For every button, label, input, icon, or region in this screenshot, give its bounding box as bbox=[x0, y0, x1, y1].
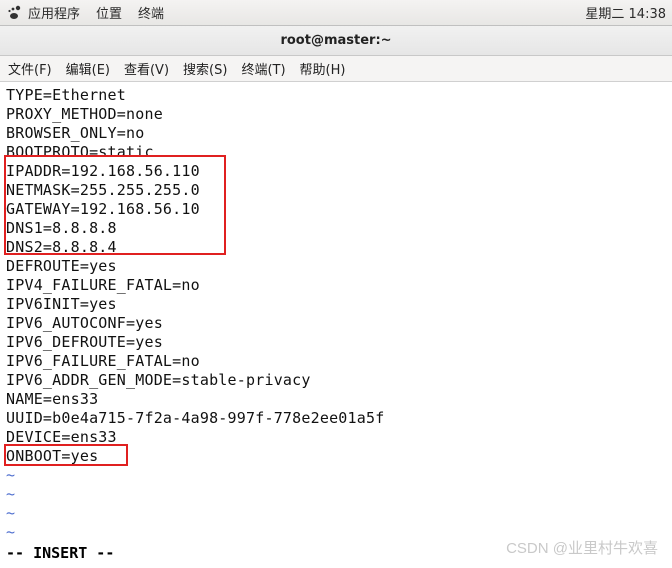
config-line: PROXY_METHOD=none bbox=[6, 105, 666, 124]
window-titlebar[interactable]: root@master:~ bbox=[0, 26, 672, 56]
terminal-menubar: 文件(F) 编辑(E) 查看(V) 搜索(S) 终端(T) 帮助(H) bbox=[0, 56, 672, 82]
config-line: NAME=ens33 bbox=[6, 390, 666, 409]
config-line: UUID=b0e4a715-7f2a-4a98-997f-778e2ee01a5… bbox=[6, 409, 666, 428]
config-line: DEFROUTE=yes bbox=[6, 257, 666, 276]
menu-view[interactable]: 查看(V) bbox=[124, 59, 169, 78]
vim-tilde: ~ bbox=[6, 485, 666, 504]
panel-places[interactable]: 位置 bbox=[96, 3, 122, 22]
config-line: GATEWAY=192.168.56.10 bbox=[6, 200, 666, 219]
config-line: IPV4_FAILURE_FATAL=no bbox=[6, 276, 666, 295]
config-line: DNS1=8.8.8.8 bbox=[6, 219, 666, 238]
config-line: DNS2=8.8.8.4 bbox=[6, 238, 666, 257]
vim-tilde: ~ bbox=[6, 523, 666, 542]
config-line: IPV6_AUTOCONF=yes bbox=[6, 314, 666, 333]
config-line: BROWSER_ONLY=no bbox=[6, 124, 666, 143]
config-line: IPADDR=192.168.56.110 bbox=[6, 162, 666, 181]
config-line: IPV6_FAILURE_FATAL=no bbox=[6, 352, 666, 371]
config-line: TYPE=Ethernet bbox=[6, 86, 666, 105]
menu-help[interactable]: 帮助(H) bbox=[300, 59, 346, 78]
vim-status-line: -- INSERT -- bbox=[0, 544, 672, 566]
vim-tilde: ~ bbox=[6, 466, 666, 485]
config-line: IPV6_DEFROUTE=yes bbox=[6, 333, 666, 352]
panel-clock: 星期二 14:38 bbox=[585, 3, 666, 22]
desktop-top-panel: 应用程序 位置 终端 星期二 14:38 bbox=[0, 0, 672, 26]
vim-tilde: ~ bbox=[6, 504, 666, 523]
gnome-logo-icon bbox=[6, 5, 22, 21]
window-title: root@master:~ bbox=[280, 33, 391, 48]
config-line: BOOTPROTO=static bbox=[6, 143, 666, 162]
config-line: ONBOOT=yes bbox=[6, 447, 666, 466]
menu-file[interactable]: 文件(F) bbox=[8, 59, 52, 78]
menu-search[interactable]: 搜索(S) bbox=[183, 59, 227, 78]
panel-terminal[interactable]: 终端 bbox=[138, 3, 164, 22]
terminal-content[interactable]: TYPE=Ethernet PROXY_METHOD=none BROWSER_… bbox=[0, 82, 672, 544]
config-line: IPV6INIT=yes bbox=[6, 295, 666, 314]
menu-edit[interactable]: 编辑(E) bbox=[66, 59, 110, 78]
menu-terminal[interactable]: 终端(T) bbox=[241, 59, 285, 78]
panel-applications[interactable]: 应用程序 bbox=[28, 3, 80, 22]
config-line: DEVICE=ens33 bbox=[6, 428, 666, 447]
config-line: NETMASK=255.255.255.0 bbox=[6, 181, 666, 200]
config-line: IPV6_ADDR_GEN_MODE=stable-privacy bbox=[6, 371, 666, 390]
